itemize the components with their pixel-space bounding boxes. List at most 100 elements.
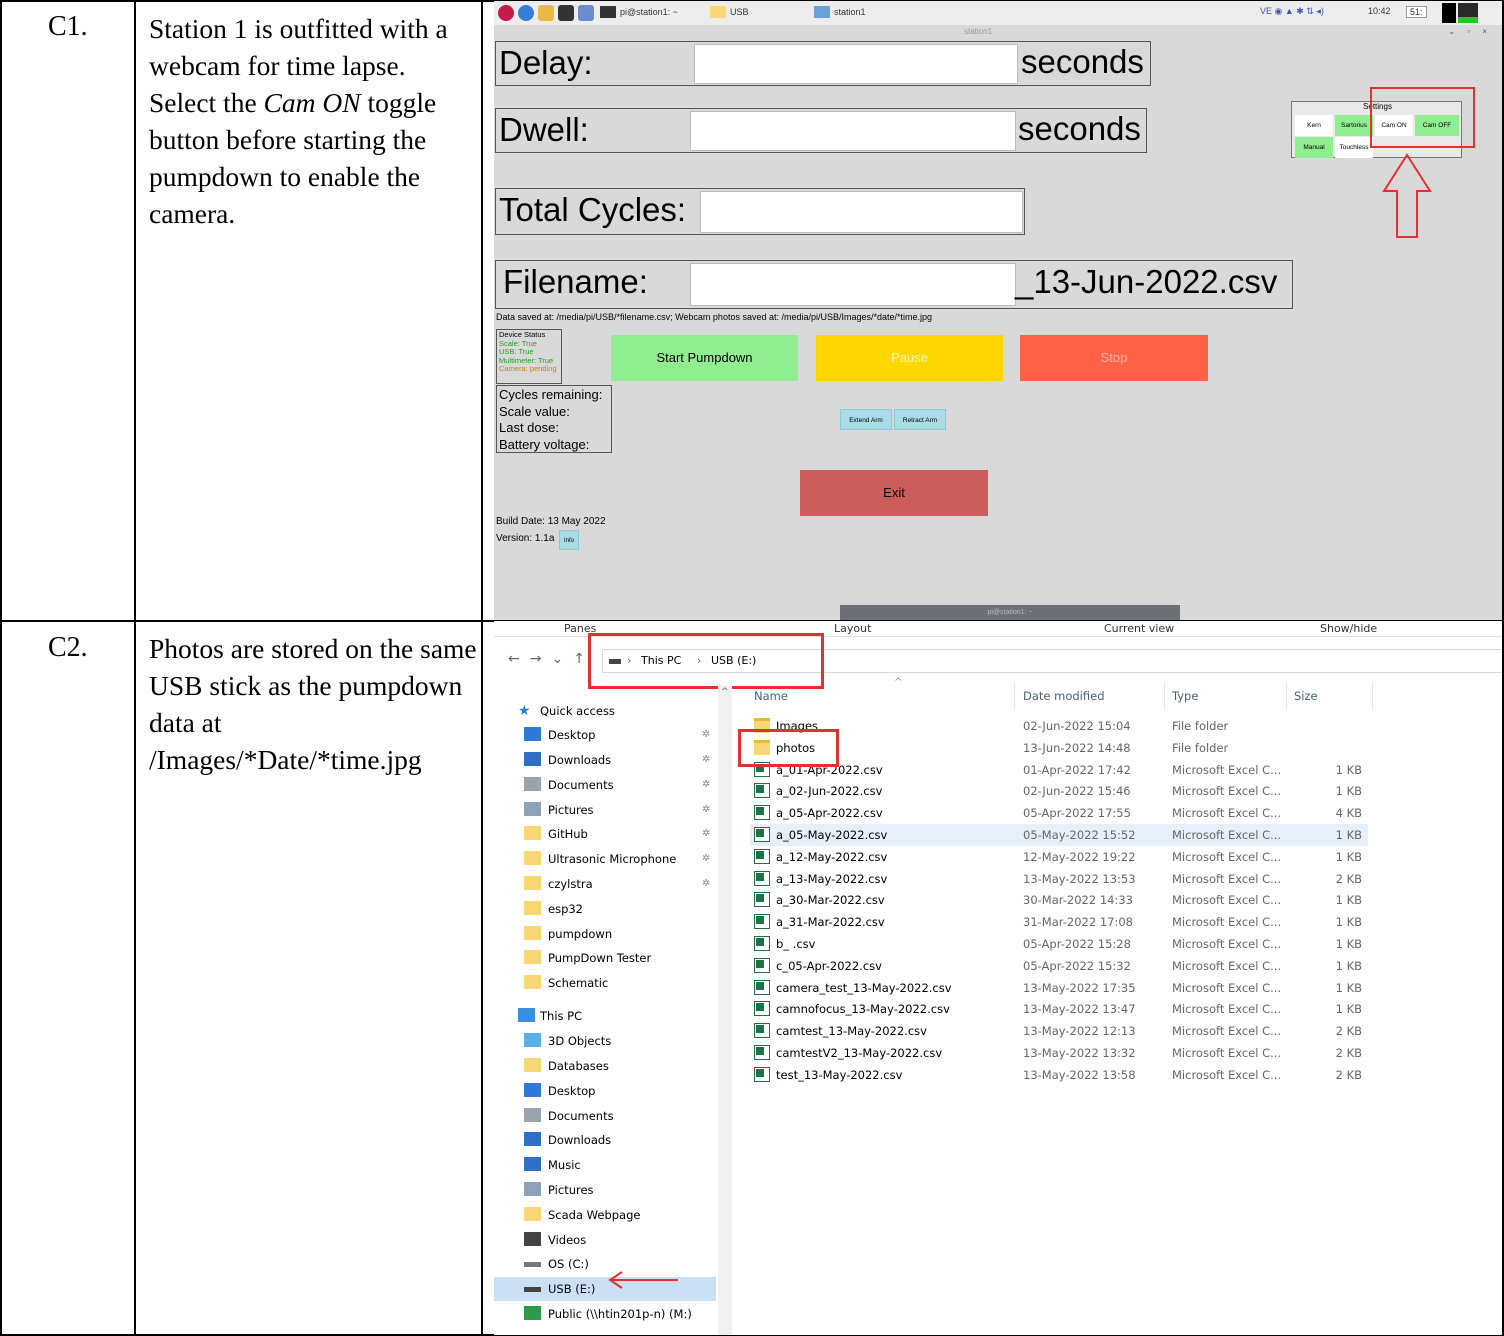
ribbon-layout[interactable]: Layout — [834, 622, 871, 635]
extend-arm-button[interactable]: Extend Arm — [840, 409, 892, 430]
cube-icon — [524, 1033, 541, 1047]
ribbon-current-view[interactable]: Current view — [1104, 622, 1174, 635]
sidebar-item[interactable]: Downloads — [494, 1128, 716, 1152]
sidebar-item[interactable]: GitHub ✲ — [494, 822, 716, 846]
filename-input[interactable] — [690, 263, 1016, 306]
file-row[interactable]: camera_test_13-May-2022.csv 13-May-2022 1… — [750, 977, 1368, 999]
exit-button[interactable]: Exit — [800, 470, 988, 516]
column-size[interactable]: Size — [1294, 689, 1318, 703]
sidebar-item[interactable]: Databases — [494, 1054, 716, 1078]
file-row[interactable]: b_ .csv 05-Apr-2022 15:28 Microsoft Excel … — [750, 933, 1368, 955]
file-size: 1 KB — [1335, 784, 1362, 799]
file-row[interactable]: photos 13-Jun-2022 14:48 File folder — [750, 737, 1368, 759]
scale-value-label: Scale value: — [499, 403, 570, 419]
ribbon-show-hide[interactable]: Show/hide — [1320, 622, 1377, 635]
sidebar-item[interactable]: ★ Quick access — [494, 699, 716, 723]
nav-scrollbar[interactable]: ^ — [718, 685, 732, 1335]
sidebar-item[interactable]: Documents ✲ — [494, 773, 716, 797]
file-row[interactable]: camtest_13-May-2022.csv 13-May-2022 12:13… — [750, 1020, 1368, 1042]
sidebar-item[interactable]: Documents — [494, 1104, 716, 1128]
taskbar-item-usb[interactable]: USB — [708, 4, 812, 21]
sidebar-item[interactable]: Music — [494, 1153, 716, 1177]
file-row[interactable]: a_12-May-2022.csv 12-May-2022 19:22 Micros… — [750, 846, 1368, 868]
file-row[interactable]: a_05-Apr-2022.csv 05-Apr-2022 17:55 Micros… — [750, 802, 1368, 824]
window-controls[interactable]: ⌄ ▫ × — [1448, 27, 1492, 36]
pin-icon[interactable]: ✲ — [702, 773, 710, 797]
file-type: Microsoft Excel C... — [1172, 1067, 1282, 1082]
sidebar-item[interactable]: Scada Webpage — [494, 1203, 716, 1227]
column-date-modified[interactable]: Date modified — [1023, 689, 1105, 703]
pin-icon[interactable]: ✲ — [702, 822, 710, 846]
desktop-icon — [524, 1083, 541, 1097]
address-highlight — [588, 633, 824, 689]
taskbar-item-terminal[interactable]: pi@station1: ~ — [598, 4, 708, 21]
sidebar-item-label: Public (\\htin201p-n) (M:) — [548, 1307, 692, 1321]
sidebar-item-label: Schematic — [548, 976, 609, 990]
minimized-terminal-bar[interactable]: pi@station1: ~ — [840, 605, 1180, 620]
up-arrow-annotation — [1382, 153, 1432, 238]
file-row[interactable]: a_02-Jun-2022.csv 02-Jun-2022 15:46 Micros… — [750, 780, 1368, 802]
touchless-toggle[interactable]: Touchless — [1335, 137, 1373, 158]
sidebar-item[interactable]: PumpDown Tester — [494, 946, 716, 970]
sidebar-item[interactable]: 3D Objects — [494, 1029, 716, 1053]
sidebar-item[interactable]: Pictures ✲ — [494, 798, 716, 822]
pause-button[interactable]: Pause — [816, 335, 1003, 381]
file-row[interactable]: Images 02-Jun-2022 15:04 File folder — [750, 715, 1368, 737]
start-pumpdown-button[interactable]: Start Pumpdown — [611, 335, 798, 381]
sidebar-item[interactable]: Pictures — [494, 1178, 716, 1202]
dwell-input[interactable] — [690, 111, 1016, 151]
file-row[interactable]: a_01-Apr-2022.csv 01-Apr-2022 17:42 Micros… — [750, 759, 1368, 781]
sidebar-item-label: Documents — [548, 1109, 614, 1123]
sidebar-item-label: GitHub — [548, 827, 588, 841]
file-row[interactable]: a_05-May-2022.csv 05-May-2022 15:52 Micros… — [750, 824, 1368, 846]
sidebar-item[interactable]: Desktop — [494, 1079, 716, 1103]
sidebar-item[interactable]: Public (\\htin201p-n) (M:) — [494, 1302, 716, 1326]
download-icon — [524, 752, 541, 766]
pin-icon[interactable]: ✲ — [702, 798, 710, 822]
sidebar-item[interactable]: Downloads ✲ — [494, 748, 716, 772]
kern-toggle[interactable]: Kern — [1295, 115, 1333, 136]
file-date: 01-Apr-2022 17:42 — [1023, 762, 1131, 777]
sidebar-item[interactable]: Videos — [494, 1228, 716, 1252]
sidebar-item[interactable]: esp32 — [494, 897, 716, 921]
taskbar-item-station1[interactable]: station1 — [812, 4, 922, 21]
file-row[interactable]: a_13-May-2022.csv 13-May-2022 13:53 Micros… — [750, 868, 1368, 890]
raspberry-menu-icon[interactable] — [498, 5, 514, 21]
file-row[interactable]: c_05-Apr-2022.csv 05-Apr-2022 15:32 Micros… — [750, 955, 1368, 977]
sartorius-toggle[interactable]: Sartorius — [1335, 115, 1373, 136]
sidebar-item[interactable]: Schematic — [494, 971, 716, 995]
sidebar-item[interactable]: OS (C:) — [494, 1252, 716, 1276]
stop-button[interactable]: Stop — [1020, 335, 1208, 381]
file-row[interactable]: camtestV2_13-May-2022.csv 13-May-2022 13:… — [750, 1042, 1368, 1064]
navigation-arrows[interactable]: ←→⌄↑ — [508, 651, 595, 667]
file-row[interactable]: a_31-Mar-2022.csv 31-Mar-2022 17:08 Micros… — [750, 911, 1368, 933]
sidebar-item[interactable]: USB (E:) — [494, 1277, 716, 1301]
scroll-up-icon[interactable]: ^ — [721, 687, 729, 697]
browser-icon[interactable] — [518, 5, 534, 21]
delay-input[interactable] — [694, 44, 1018, 84]
sidebar-item-label: Downloads — [548, 1133, 612, 1147]
total-cycles-input[interactable] — [700, 191, 1023, 233]
file-row[interactable]: a_30-Mar-2022.csv 30-Mar-2022 14:33 Micros… — [750, 889, 1368, 911]
column-type[interactable]: Type — [1172, 689, 1198, 703]
sidebar-item[interactable]: Ultrasonic Microphone ✲ — [494, 847, 716, 871]
tray-icons[interactable]: VE ◉ ▲ ✱ ⇅ ◂) — [1260, 6, 1324, 17]
sidebar-item[interactable]: This PC — [494, 1004, 716, 1028]
column-name[interactable]: Name — [754, 689, 788, 703]
sidebar-item[interactable]: czylstra ✲ — [494, 872, 716, 896]
pin-icon[interactable]: ✲ — [702, 847, 710, 871]
pin-icon[interactable]: ✲ — [702, 872, 710, 896]
manual-toggle[interactable]: Manual — [1295, 137, 1333, 158]
sidebar-item[interactable]: Desktop ✲ — [494, 723, 716, 747]
info-button[interactable]: Info — [559, 530, 579, 550]
file-row[interactable]: test_13-May-2022.csv 13-May-2022 13:58 Mic… — [750, 1064, 1368, 1086]
network-tool-icon[interactable] — [578, 5, 594, 21]
sidebar-item[interactable]: pumpdown — [494, 922, 716, 946]
retract-arm-button[interactable]: Retract Arm — [894, 409, 946, 430]
file-name: b_ .csv — [776, 937, 816, 951]
pin-icon[interactable]: ✲ — [702, 723, 710, 747]
files-icon[interactable] — [538, 5, 554, 21]
file-row[interactable]: camnofocus_13-May-2022.csv 13-May-2022 13… — [750, 998, 1368, 1020]
terminal-icon[interactable] — [558, 5, 574, 21]
pin-icon[interactable]: ✲ — [702, 748, 710, 772]
